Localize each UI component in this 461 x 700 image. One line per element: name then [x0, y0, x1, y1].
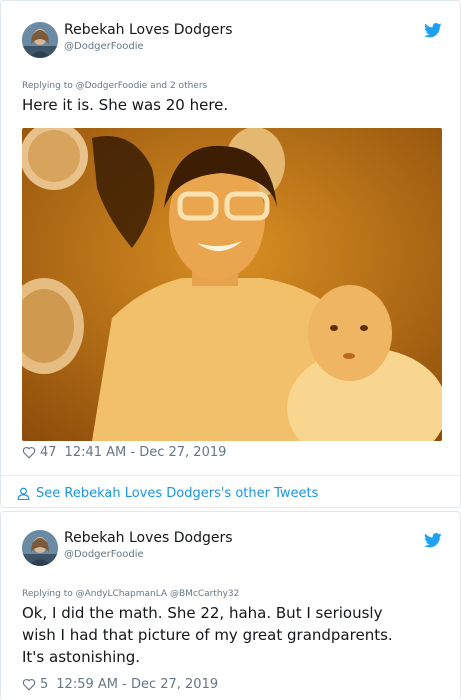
author-handle[interactable]: @DodgerFoodie — [64, 549, 144, 560]
tweet-meta: 47 12:41 AM - Dec 27, 2019 — [22, 445, 226, 460]
see-other-tweets-label[interactable]: See Rebekah Loves Dodgers's other Tweets — [36, 486, 318, 501]
tweet-photo[interactable] — [22, 128, 442, 441]
tweet-card: Rebekah Loves Dodgers @DodgerFoodie Repl… — [0, 0, 461, 508]
tweet-text-line: wish I had that picture of my great gran… — [22, 626, 393, 644]
person-icon — [17, 487, 30, 500]
replying-to[interactable]: Replying to @DodgerFoodie and 2 others — [22, 81, 207, 91]
author-name[interactable]: Rebekah Loves Dodgers — [64, 530, 233, 546]
tweet-text-line: It's astonishing. — [22, 648, 141, 666]
heart-outline-icon[interactable] — [22, 678, 36, 691]
see-other-tweets-link[interactable]: See Rebekah Loves Dodgers's other Tweets — [17, 486, 318, 501]
twitter-bird-icon[interactable] — [424, 533, 442, 548]
tweet-text-line: Ok, I did the math. She 22, haha. But I … — [22, 604, 383, 622]
tweet-text: Here it is. She was 20 here. — [22, 96, 229, 114]
tweet-timestamp[interactable]: 12:59 AM - Dec 27, 2019 — [56, 677, 218, 692]
twitter-bird-icon[interactable] — [424, 23, 442, 38]
like-count[interactable]: 47 — [40, 445, 57, 460]
avatar[interactable] — [22, 530, 58, 566]
author-name[interactable]: Rebekah Loves Dodgers — [64, 22, 233, 38]
avatar[interactable] — [22, 22, 58, 58]
like-count[interactable]: 5 — [40, 677, 48, 692]
tweet-meta: 5 12:59 AM - Dec 27, 2019 — [22, 677, 218, 692]
tweet-timestamp[interactable]: 12:41 AM - Dec 27, 2019 — [65, 445, 227, 460]
tweet-text: Ok, I did the math. She 22, haha. But I … — [22, 602, 393, 668]
author-handle[interactable]: @DodgerFoodie — [64, 41, 144, 52]
heart-outline-icon[interactable] — [22, 446, 36, 459]
replying-to[interactable]: Replying to @AndyLChapmanLA @BMcCarthy32 — [22, 589, 239, 599]
tweet-card: Rebekah Loves Dodgers @DodgerFoodie Repl… — [0, 511, 461, 700]
divider — [1, 475, 461, 476]
